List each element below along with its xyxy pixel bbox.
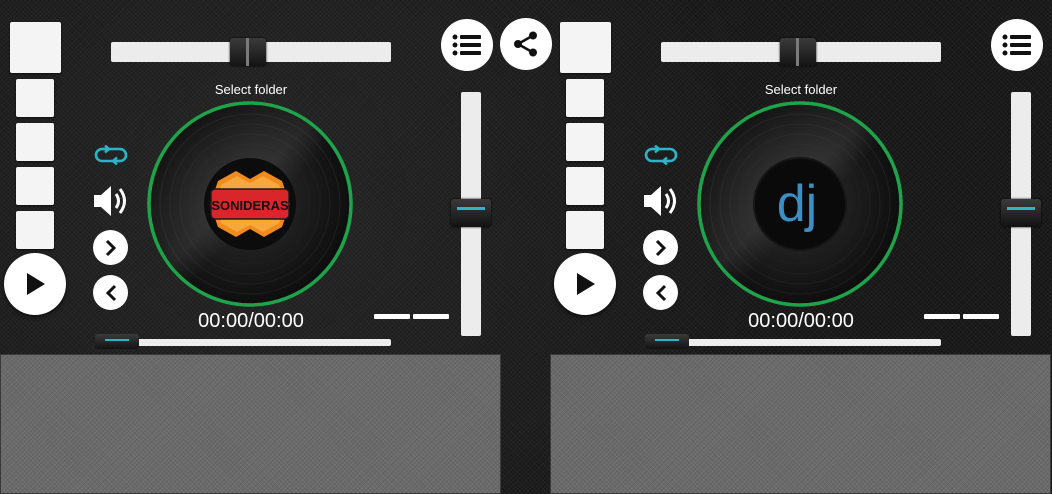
select-folder-link[interactable]: Select folder xyxy=(151,82,351,97)
menu-button[interactable] xyxy=(441,19,493,71)
loop-button[interactable] xyxy=(641,142,681,168)
hotcue-button-4[interactable] xyxy=(566,211,604,249)
scratch-pad[interactable] xyxy=(550,354,1051,494)
scratch-pad[interactable] xyxy=(0,354,501,494)
turntable[interactable]: dj xyxy=(697,101,903,307)
pitch-slider-knob[interactable] xyxy=(780,38,816,66)
hotcue-button-1[interactable] xyxy=(16,79,54,117)
next-button[interactable] xyxy=(643,230,678,265)
loop-button[interactable] xyxy=(91,142,131,168)
track-progress-slider[interactable] xyxy=(95,334,391,349)
deck-right: Select folder dj 00:00/00:00 xyxy=(550,0,1052,494)
previous-button[interactable] xyxy=(93,275,128,310)
loop-icon xyxy=(94,145,128,165)
play-button[interactable] xyxy=(554,253,616,315)
volume-slider[interactable] xyxy=(451,92,491,336)
hotcue-button-1[interactable] xyxy=(566,79,604,117)
list-menu-icon xyxy=(452,34,481,56)
hotcue-button-3[interactable] xyxy=(566,167,604,205)
svg-text:SONIDERAS: SONIDERAS xyxy=(211,198,289,213)
dj-logo-icon: dj xyxy=(753,157,847,251)
play-icon xyxy=(27,273,45,295)
level-indicator-2 xyxy=(413,314,449,319)
speaker-icon xyxy=(644,186,676,216)
pitch-slider[interactable] xyxy=(111,38,391,66)
select-folder-link[interactable]: Select folder xyxy=(701,82,901,97)
pitch-slider[interactable] xyxy=(661,38,941,66)
volume-slider-knob[interactable] xyxy=(451,199,491,227)
level-indicator-2 xyxy=(963,314,999,319)
play-icon xyxy=(577,273,595,295)
chevron-right-icon xyxy=(105,239,116,256)
hotcue-button-2[interactable] xyxy=(566,123,604,161)
turntable[interactable]: SONIDERAS xyxy=(147,101,353,307)
list-menu-icon xyxy=(1002,34,1031,56)
play-button[interactable] xyxy=(4,253,66,315)
time-display: 00:00/00:00 xyxy=(748,310,854,332)
volume-button[interactable] xyxy=(641,181,681,221)
loop-icon xyxy=(644,145,678,165)
next-button[interactable] xyxy=(93,230,128,265)
time-display: 00:00/00:00 xyxy=(198,310,304,332)
volume-slider[interactable] xyxy=(1001,92,1041,336)
chevron-left-icon xyxy=(655,284,666,301)
share-button[interactable] xyxy=(500,18,552,70)
cue-button-large[interactable] xyxy=(560,22,611,73)
chevron-right-icon xyxy=(655,239,666,256)
level-indicator-1 xyxy=(374,314,410,319)
sonideras-logo-icon: SONIDERAS xyxy=(204,158,296,250)
volume-button[interactable] xyxy=(91,181,131,221)
cue-button-large[interactable] xyxy=(10,22,61,73)
track-progress-knob[interactable] xyxy=(95,334,139,349)
hotcue-button-2[interactable] xyxy=(16,123,54,161)
svg-text:dj: dj xyxy=(777,175,817,233)
previous-button[interactable] xyxy=(643,275,678,310)
pitch-slider-knob[interactable] xyxy=(230,38,266,66)
chevron-left-icon xyxy=(105,284,116,301)
speaker-icon xyxy=(94,186,126,216)
hotcue-button-4[interactable] xyxy=(16,211,54,249)
menu-button[interactable] xyxy=(991,19,1043,71)
share-icon xyxy=(514,31,537,57)
track-progress-knob[interactable] xyxy=(645,334,689,349)
hotcue-button-3[interactable] xyxy=(16,167,54,205)
track-progress-slider[interactable] xyxy=(645,334,941,349)
volume-slider-knob[interactable] xyxy=(1001,199,1041,227)
level-indicator-1 xyxy=(924,314,960,319)
deck-left: Select folder SONIDERAS 00:00/00:00 xyxy=(0,0,526,494)
